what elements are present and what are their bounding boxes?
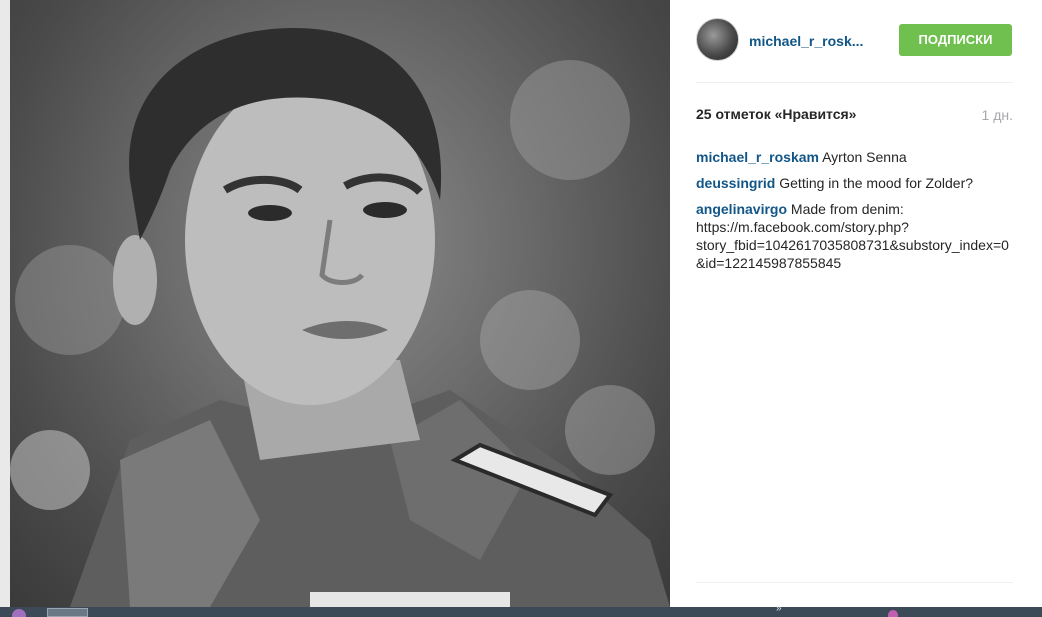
post-time[interactable]: 1 дн. [982, 107, 1013, 123]
eye-left [248, 205, 292, 221]
bg-blob [15, 245, 125, 355]
post-details-panel: michael_r_rosk... ПОДПИСКИ 25 отметок «Н… [670, 0, 1042, 607]
divider [696, 582, 1013, 583]
follow-button[interactable]: ПОДПИСКИ [899, 24, 1012, 56]
comment-item: michael_r_roskam Ayrton Senna [696, 148, 1014, 166]
suit-stripe [310, 592, 510, 607]
post-photo[interactable] [10, 0, 670, 607]
divider [696, 82, 1013, 83]
bg-blob [480, 290, 580, 390]
portrait-image [10, 27, 670, 607]
avatar[interactable] [696, 18, 739, 61]
taskbar: » [0, 603, 1042, 617]
comments-list: michael_r_roskam Ayrton Senna deussingri… [696, 148, 1014, 280]
left-gutter [0, 0, 10, 607]
bg-blob [10, 430, 90, 510]
comment-author[interactable]: angelinavirgo [696, 201, 787, 217]
comment-author[interactable]: deussingrid [696, 175, 775, 191]
comment-author[interactable]: michael_r_roskam [696, 149, 819, 165]
taskbar-active-window[interactable] [47, 608, 88, 617]
comment-text: Ayrton Senna [818, 149, 907, 165]
username-link[interactable]: michael_r_rosk... [749, 33, 879, 49]
app-icon[interactable] [12, 609, 26, 617]
comment-item: angelinavirgo Made from denim: https://m… [696, 200, 1014, 272]
eye-right [363, 202, 407, 218]
likes-row: 25 отметок «Нравится» 1 дн. [696, 106, 1013, 126]
post-header: michael_r_rosk... ПОДПИСКИ [696, 18, 1013, 62]
likes-count[interactable]: 25 отметок «Нравится» [696, 106, 856, 122]
app-icon[interactable] [888, 610, 898, 617]
bg-blob [565, 385, 655, 475]
comment-text: Getting in the mood for Zolder? [775, 175, 974, 191]
ear [113, 235, 157, 325]
comment-item: deussingrid Getting in the mood for Zold… [696, 174, 1014, 192]
bg-blob [510, 60, 630, 180]
taskbar-overflow-icon[interactable]: » [776, 603, 782, 614]
